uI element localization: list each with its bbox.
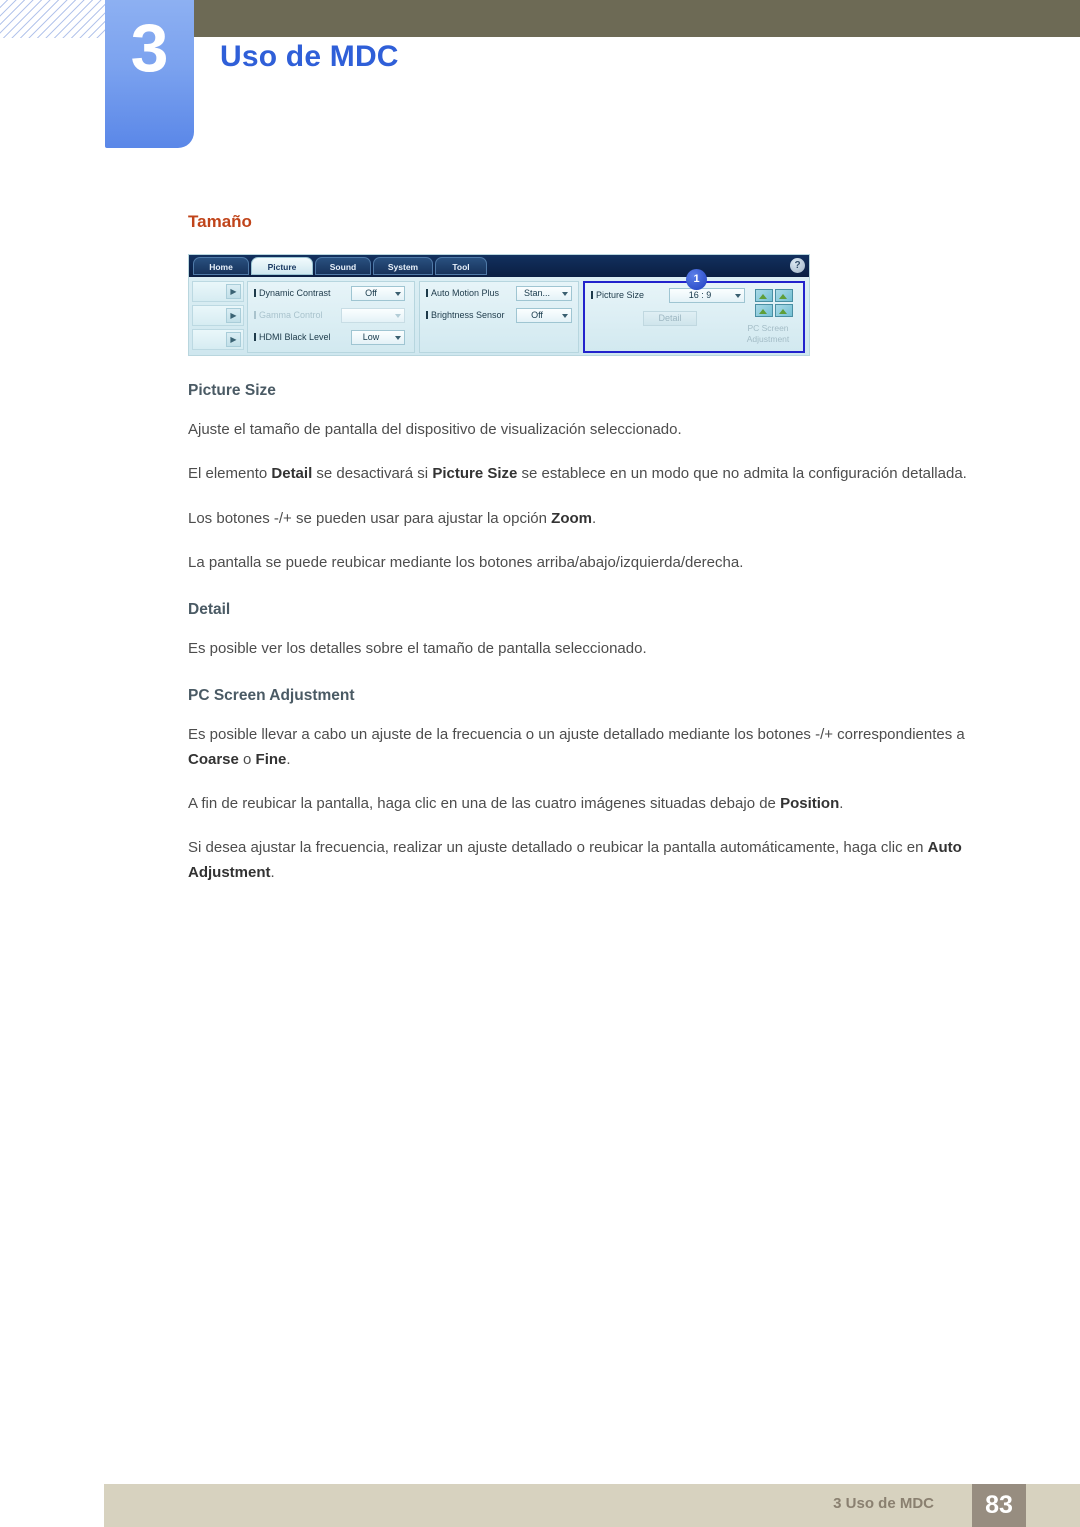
position-image-grid[interactable]: [755, 289, 793, 317]
paragraph-text: El elemento: [188, 465, 272, 483]
paragraph-text: A fin de reubicar la pantalla, haga clic…: [188, 795, 781, 813]
position-icon-bottom-left[interactable]: [755, 304, 773, 317]
paragraph-text: o: [238, 750, 256, 768]
footer-page-number: 83: [972, 1484, 1026, 1527]
paragraph-text: .: [270, 863, 275, 881]
combo-gamma-control[interactable]: [341, 308, 405, 323]
emphasis-term: Fine: [255, 750, 287, 768]
label-auto-motion-plus: Auto Motion Plus: [426, 288, 499, 298]
label-text: HDMI Black Level: [259, 332, 331, 342]
label-text: Brightness Sensor: [431, 310, 505, 320]
page-content: Tamaño Home Picture Sound System Tool ? …: [188, 212, 998, 905]
mdc-tab-picture[interactable]: Picture: [251, 257, 313, 275]
paragraph-text: Los botones -/+ se pueden usar para ajus…: [188, 509, 552, 527]
mdc-group-picture-basic: Dynamic Contrast Off Gamma Control HDMI …: [247, 281, 415, 353]
body-paragraph: Los botones -/+ se pueden usar para ajus…: [188, 507, 998, 531]
section-heading: Tamaño: [188, 212, 252, 231]
sub-heading: Picture Size: [188, 382, 276, 399]
label-picture-size: Picture Size: [591, 290, 644, 300]
body-paragraph: Ajuste el tamaño de pantalla del disposi…: [188, 421, 682, 438]
page-header: 3 Uso de MDC: [0, 0, 1080, 150]
label-dynamic-contrast: Dynamic Contrast: [254, 288, 331, 298]
label-text: Dynamic Contrast: [259, 288, 331, 298]
emphasis-term: Detail: [271, 465, 313, 483]
text-blocks: Picture Size Ajuste el tamaño de pantalla…: [188, 382, 998, 885]
combo-picture-size[interactable]: 16 : 9: [669, 288, 745, 303]
position-icon-top-left[interactable]: [755, 289, 773, 302]
emphasis-term: Zoom: [551, 509, 592, 527]
mdc-side-panel-row[interactable]: ▶: [192, 329, 244, 350]
combo-value: 16 : 9: [688, 290, 712, 300]
emphasis-term: Coarse: [188, 750, 239, 768]
position-icon-bottom-right[interactable]: [775, 304, 793, 317]
position-icon-top-right[interactable]: [775, 289, 793, 302]
chevron-down-icon: [395, 292, 401, 296]
sub-heading: Detail: [188, 601, 231, 619]
chevron-right-icon[interactable]: ▶: [226, 284, 241, 299]
label-brightness-sensor: Brightness Sensor: [426, 310, 505, 320]
label-hdmi-black-level: HDMI Black Level: [254, 332, 331, 342]
header-khaki-band: [193, 0, 1080, 37]
body-paragraph: Es posible llevar a cabo un ajuste de la…: [188, 723, 998, 772]
body-paragraph: Si desea ajustar la frecuencia, realizar…: [188, 836, 998, 885]
callout-badge-1: 1: [686, 269, 707, 290]
mdc-tab-sound[interactable]: Sound: [315, 257, 371, 275]
paragraph-text: .: [286, 750, 291, 768]
chapter-title: Uso de MDC: [220, 40, 399, 73]
label-text: Auto Motion Plus: [431, 288, 500, 298]
combo-auto-motion-plus[interactable]: Stan...: [516, 286, 572, 301]
sub-heading: PC Screen Adjustment: [188, 687, 355, 705]
chapter-number: 3: [130, 10, 169, 86]
mdc-side-panel-row[interactable]: ▶: [192, 281, 244, 302]
chevron-right-icon[interactable]: ▶: [226, 332, 241, 347]
combo-value: Off: [365, 288, 377, 298]
chevron-right-icon[interactable]: ▶: [226, 308, 241, 323]
paragraph-text: Es posible llevar a cabo un ajuste de la…: [188, 726, 965, 744]
body-paragraph: A fin de reubicar la pantalla, haga clic…: [188, 792, 998, 816]
chevron-down-icon: [562, 292, 568, 296]
combo-dynamic-contrast[interactable]: Off: [351, 286, 405, 301]
chevron-down-icon: [735, 294, 741, 298]
mdc-side-panel-row[interactable]: ▶: [192, 305, 244, 326]
paragraph-text: .: [592, 509, 597, 527]
emphasis-term: Picture Size: [432, 465, 518, 483]
body-paragraph: Es posible ver los detalles sobre el tam…: [188, 640, 647, 658]
combo-brightness-sensor[interactable]: Off: [516, 308, 572, 323]
paragraph-text: se establece en un modo que no admita la…: [517, 465, 967, 483]
label-text: Gamma Control: [259, 310, 323, 320]
combo-hdmi-black-level[interactable]: Low: [351, 330, 405, 345]
decorative-hatch-pattern: [0, 0, 106, 38]
mdc-tab-bar: Home Picture Sound System Tool ?: [189, 255, 809, 277]
mdc-tab-system[interactable]: System: [373, 257, 433, 275]
mdc-tab-home[interactable]: Home: [193, 257, 249, 275]
footer-label: 3 Uso de MDC: [833, 1495, 934, 1512]
mdc-tab-tool[interactable]: Tool: [435, 257, 487, 275]
paragraph-text: Si desea ajustar la frecuencia, realizar…: [188, 839, 928, 857]
mdc-group-picture-advanced: Auto Motion Plus Stan... Brightness Sens…: [419, 281, 579, 353]
label-text: Picture Size: [596, 290, 645, 300]
chevron-down-icon: [562, 314, 568, 318]
paragraph-text: .: [839, 795, 844, 813]
pc-screen-adjustment-label: PC Screen Adjustment: [746, 323, 790, 344]
paragraph-text: se desactivará si: [312, 465, 433, 483]
combo-value: Low: [362, 332, 380, 342]
combo-value: Stan...: [523, 288, 550, 298]
chevron-down-icon: [395, 336, 401, 340]
mdc-software-screenshot: Home Picture Sound System Tool ? ▶ ▶ ▶ D…: [188, 254, 810, 356]
chevron-down-icon: [395, 314, 401, 318]
body-paragraph: El elemento Detail se desactivará si Pic…: [188, 462, 998, 486]
chapter-number-box: 3: [105, 0, 194, 148]
mdc-side-panels: ▶ ▶ ▶: [192, 281, 244, 353]
detail-button[interactable]: Detail: [643, 311, 697, 326]
mdc-group-picture-size: Picture Size 16 : 9 Detail PC Screen Adj…: [583, 281, 805, 353]
help-icon[interactable]: ?: [790, 258, 805, 273]
body-paragraph: La pantalla se puede reubicar mediante l…: [188, 553, 744, 571]
label-gamma-control: Gamma Control: [254, 310, 323, 320]
combo-value: Off: [531, 310, 543, 320]
emphasis-term: Position: [780, 795, 840, 813]
